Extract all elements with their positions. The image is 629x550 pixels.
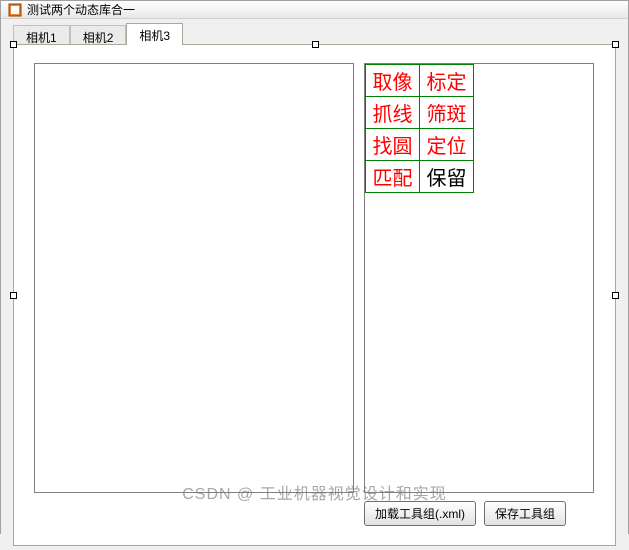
app-icon: [7, 2, 23, 18]
tool-find-circle[interactable]: 找圆: [366, 129, 420, 161]
load-toolgroup-button[interactable]: 加载工具组(.xml): [364, 501, 476, 526]
tool-calibrate[interactable]: 标定: [420, 65, 474, 97]
window-title: 测试两个动态库合一: [27, 1, 135, 18]
resize-handle-w[interactable]: [10, 292, 17, 299]
button-row: 加载工具组(.xml) 保存工具组: [364, 501, 566, 526]
main-window: 测试两个动态库合一 相机1 相机2 相机3 取像 标定: [0, 0, 629, 534]
tool-grab-line[interactable]: 抓线: [366, 97, 420, 129]
client-area: 相机1 相机2 相机3 取像 标定 抓线 筛斑: [1, 19, 628, 550]
resize-handle-ne[interactable]: [612, 41, 619, 48]
tab-strip: 相机1 相机2 相机3: [13, 23, 624, 45]
tool-grid: 取像 标定 抓线 筛斑 找圆 定位 匹配 保留: [365, 64, 474, 193]
right-tool-panel[interactable]: 取像 标定 抓线 筛斑 找圆 定位 匹配 保留: [364, 63, 594, 493]
tool-locate[interactable]: 定位: [420, 129, 474, 161]
resize-handle-e[interactable]: [612, 292, 619, 299]
tool-filter-spot[interactable]: 筛斑: [420, 97, 474, 129]
titlebar[interactable]: 测试两个动态库合一: [1, 1, 628, 19]
tab-camera-1[interactable]: 相机1: [13, 25, 70, 45]
tool-capture[interactable]: 取像: [366, 65, 420, 97]
save-toolgroup-button[interactable]: 保存工具组: [484, 501, 566, 526]
tab-page: 取像 标定 抓线 筛斑 找圆 定位 匹配 保留: [13, 44, 616, 546]
resize-handle-n[interactable]: [312, 41, 319, 48]
tab-camera-2[interactable]: 相机2: [70, 25, 127, 45]
left-image-panel[interactable]: [34, 63, 354, 493]
tab-camera-3[interactable]: 相机3: [126, 23, 183, 45]
resize-handle-nw[interactable]: [10, 41, 17, 48]
tool-match[interactable]: 匹配: [366, 161, 420, 193]
tool-reserved[interactable]: 保留: [420, 161, 474, 193]
